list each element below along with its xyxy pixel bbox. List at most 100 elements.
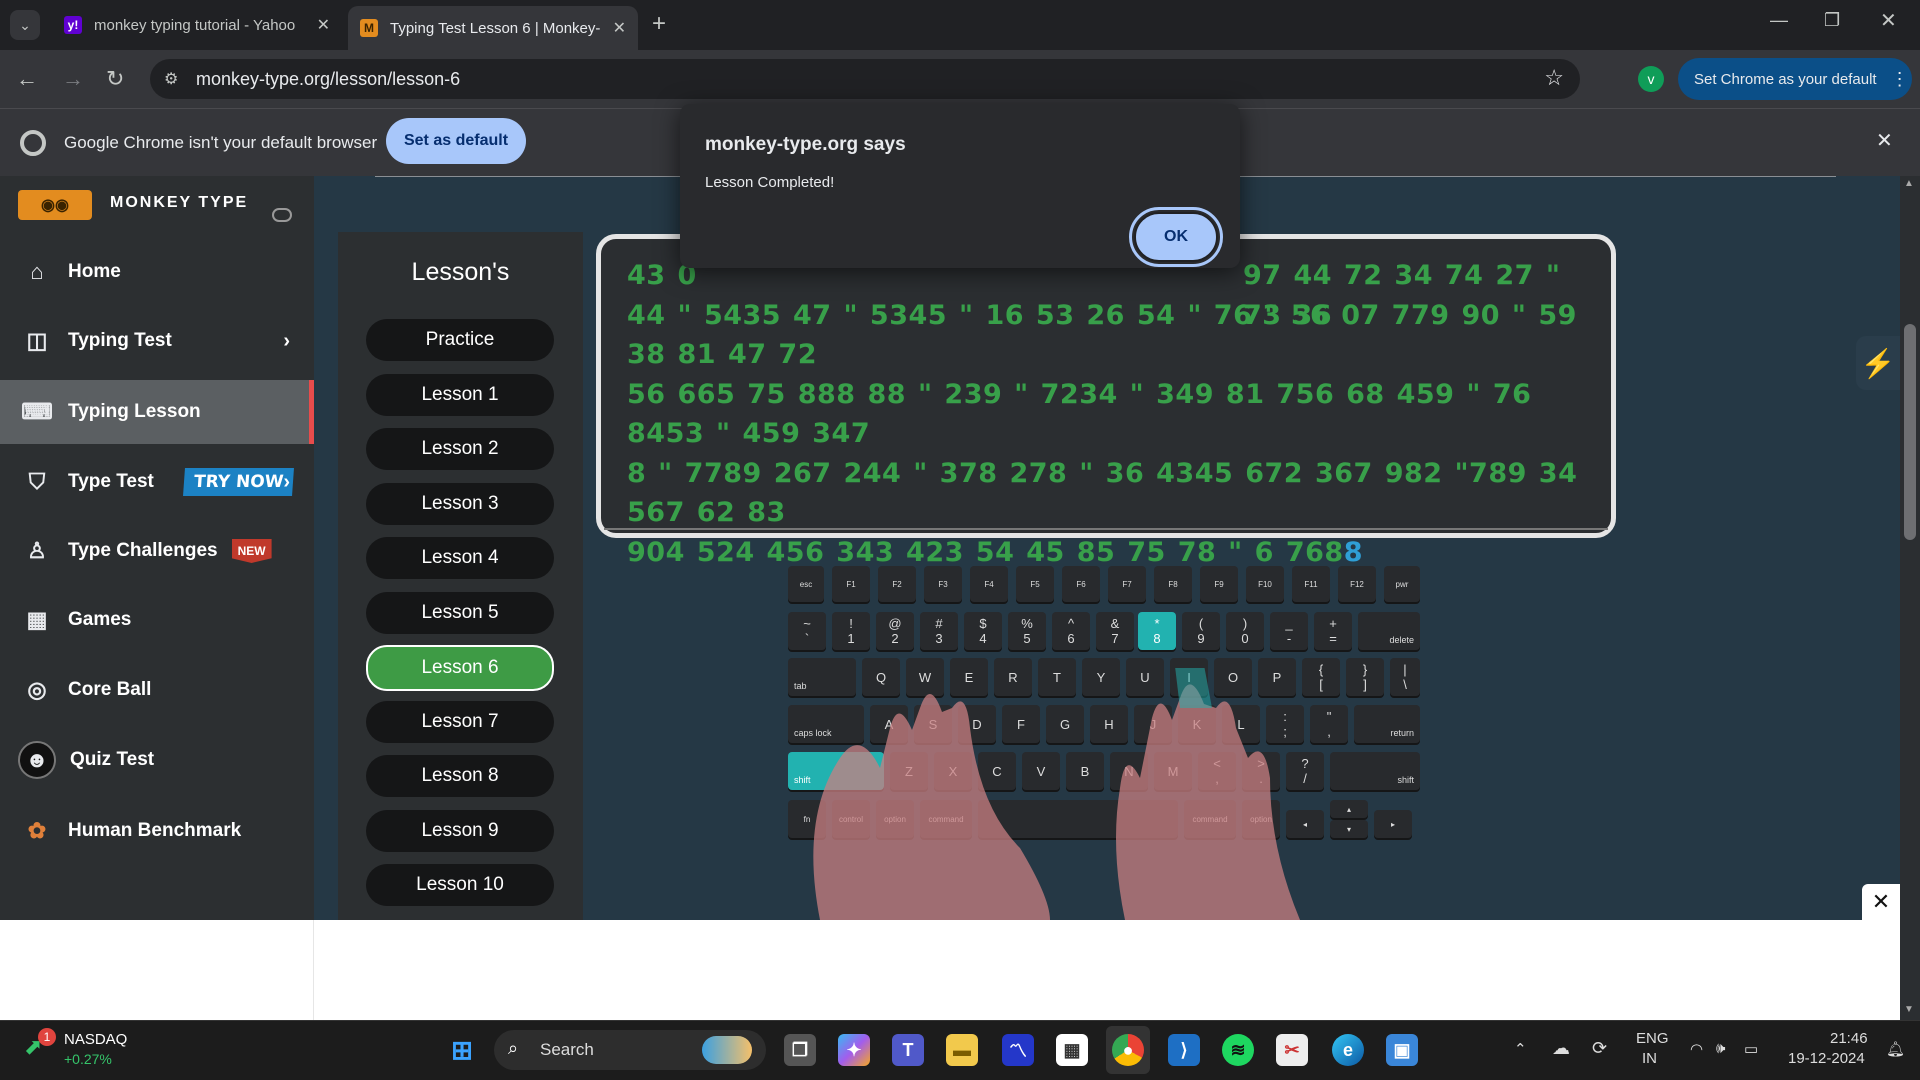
key-4: $4 (964, 612, 1002, 650)
profile-avatar[interactable]: v (1638, 66, 1664, 92)
key-2: @2 (876, 612, 914, 650)
lesson-7-button[interactable]: Lesson 7 (366, 701, 554, 743)
lesson-practice-button[interactable]: Practice (366, 319, 554, 361)
edge-icon[interactable]: e (1332, 1034, 1364, 1066)
dialog-ok-button[interactable]: OK (1129, 207, 1223, 267)
sidebar-item-typing-lesson[interactable]: ⌨ Typing Lesson (0, 380, 314, 444)
tab-title: monkey typing tutorial - Yahoo (94, 16, 296, 34)
sidebar-item-home[interactable]: ⌂ Home (0, 240, 314, 304)
restore-icon[interactable]: ❐ (1824, 10, 1840, 31)
key-5: % 5 (1008, 612, 1046, 650)
lesson-6-button[interactable]: Lesson 6 (366, 645, 554, 691)
scroll-down-icon[interactable]: ▼ (1904, 1004, 1914, 1015)
file-explorer-icon[interactable]: ▬ (946, 1034, 978, 1066)
tray-chevron-up-icon[interactable]: ⌃ (1514, 1040, 1527, 1058)
theme-toggle-icon[interactable] (272, 208, 292, 222)
typing-text: 43 0 97 44 72 34 74 27 " 73 36 44 " 5435… (627, 256, 1597, 572)
tab-close-icon[interactable]: ✕ (613, 18, 626, 38)
sidebar-item-human-benchmark[interactable]: ✿ Human Benchmark (0, 799, 314, 863)
floating-widget-icon[interactable]: ⚡ (1856, 336, 1900, 390)
notification-bell-icon[interactable]: 🔔︎ (1886, 1040, 1905, 1058)
monkey-logo-icon[interactable]: ◉◉ (18, 190, 92, 220)
sidebar-item-typing-test[interactable]: ◫ Typing Test › (0, 309, 314, 373)
set-as-default-button[interactable]: Set as default (386, 118, 526, 164)
onedrive-cloud-icon[interactable]: ☁ (1552, 1038, 1570, 1059)
region-label[interactable]: IN (1642, 1050, 1657, 1067)
yahoo-favicon-icon: y! (64, 16, 82, 34)
menu-dots-icon[interactable]: ⋮ (1891, 69, 1909, 90)
window-close-icon[interactable]: ✕ (1880, 8, 1897, 33)
benchmark-icon: ✿ (27, 818, 47, 843)
tab-title: Typing Test Lesson 6 | Monkey- (390, 19, 600, 37)
forward-icon[interactable]: → (62, 66, 84, 92)
sidebar-item-label: Type Challenges (68, 540, 218, 561)
key-f9: F9 (1200, 566, 1238, 602)
wifi-icon[interactable]: ◠ (1690, 1040, 1703, 1058)
app-icon[interactable]: 〽 (1002, 1034, 1034, 1066)
scrollbar-thumb[interactable] (1904, 324, 1916, 540)
clock-date[interactable]: 19-12-2024 (1788, 1050, 1865, 1067)
search-highlight-icon (702, 1036, 752, 1064)
chevron-right-icon: › (283, 329, 290, 352)
award-icon: ♙ (27, 538, 47, 563)
sidebar-item-label: Typing Test (68, 330, 172, 351)
scroll-up-icon[interactable]: ▲ (1904, 178, 1914, 189)
lesson-9-button[interactable]: Lesson 9 (366, 810, 554, 852)
sidebar-item-label: Games (68, 609, 132, 630)
address-bar[interactable]: ⚙ monkey-type.org/lesson/lesson-6 ☆ (150, 59, 1580, 99)
chrome-icon[interactable]: ● (1112, 1034, 1144, 1066)
taskbar-search-box[interactable]: ⌕ Search (494, 1030, 766, 1070)
task-view-icon[interactable]: ❐ (784, 1034, 816, 1066)
sidebar-item-core-ball[interactable]: ◎ Core Ball (0, 658, 314, 722)
search-icon: ⌕ (508, 1038, 519, 1058)
lesson-4-button[interactable]: Lesson 4 (366, 537, 554, 579)
sync-icon[interactable]: ⟳ (1592, 1038, 1607, 1059)
infobar-close-icon[interactable]: ✕ (1876, 128, 1893, 153)
tab-monkey-type[interactable]: M Typing Test Lesson 6 | Monkey- ✕ (348, 6, 638, 50)
spotify-icon[interactable]: ≋ (1222, 1034, 1254, 1066)
copilot-icon[interactable]: ✦ (838, 1034, 870, 1066)
lesson-10-button[interactable]: Lesson 10 (366, 864, 554, 906)
tab-close-icon[interactable]: ✕ (317, 15, 330, 35)
lesson-1-button[interactable]: Lesson 1 (366, 374, 554, 416)
sidebar-item-games[interactable]: ▦ Games (0, 588, 314, 652)
store-icon[interactable]: ▦ (1056, 1034, 1088, 1066)
back-icon[interactable]: ← (16, 66, 38, 92)
sidebar-item-type-challenges[interactable]: ♙ Type Challenges NEW (0, 519, 314, 583)
sidebar-item-quiz-test[interactable]: ☻ Quiz Test (0, 728, 314, 792)
tab-yahoo[interactable]: y! monkey typing tutorial - Yahoo ✕ (52, 8, 342, 42)
teams-icon[interactable]: T (892, 1034, 924, 1066)
reload-icon[interactable]: ↻ (106, 66, 124, 92)
ad-close-icon[interactable]: ✕ (1862, 884, 1900, 920)
brand-name[interactable]: MONKEY TYPE (110, 194, 248, 212)
windows-start-icon[interactable]: ⊞ (446, 1034, 478, 1066)
site-info-icon[interactable]: ⚙ (164, 69, 178, 89)
set-default-pill-button[interactable]: Set Chrome as your default ⋮ (1678, 58, 1912, 100)
lesson-8-button[interactable]: Lesson 8 (366, 755, 554, 797)
home-icon: ⌂ (30, 259, 44, 284)
photos-icon[interactable]: ▣ (1386, 1034, 1418, 1066)
key-8-highlighted: * 8 (1138, 612, 1176, 650)
lesson-3-button[interactable]: Lesson 3 (366, 483, 554, 525)
bookmark-star-icon[interactable]: ☆ (1544, 65, 1564, 91)
new-badge: NEW (231, 539, 272, 563)
new-tab-icon[interactable]: + (652, 10, 666, 38)
sidebar-item-type-test[interactable]: ⛉ Type Test TRY NOW › (0, 450, 314, 514)
volume-icon[interactable]: 🕪 (1716, 1040, 1725, 1057)
page-scrollbar[interactable] (1900, 176, 1920, 1020)
vscode-icon[interactable]: ⟩ (1168, 1034, 1200, 1066)
snipping-tool-icon[interactable]: ✂ (1276, 1034, 1308, 1066)
lesson-5-button[interactable]: Lesson 5 (366, 592, 554, 634)
dialog-title: monkey-type.org says (705, 134, 906, 155)
minimize-icon[interactable]: — (1770, 10, 1788, 31)
sidebar-item-label: Typing Lesson (68, 401, 201, 422)
language-label[interactable]: ENG (1636, 1030, 1669, 1047)
key-f11: F11 (1292, 566, 1330, 602)
clock-time[interactable]: 21:46 (1830, 1030, 1868, 1047)
lesson-2-button[interactable]: Lesson 2 (366, 428, 554, 470)
key-f1: F1 (832, 566, 870, 602)
key-f8: F8 (1154, 566, 1192, 602)
stock-name[interactable]: NASDAQ (64, 1031, 127, 1048)
battery-icon[interactable]: ▭ (1744, 1040, 1758, 1058)
tab-search-chevron-icon[interactable]: ⌄ (10, 10, 40, 40)
